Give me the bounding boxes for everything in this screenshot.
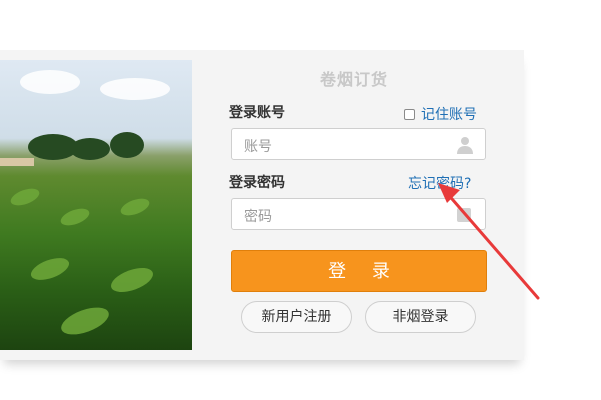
register-button[interactable]: 新用户注册 xyxy=(241,301,352,333)
page-title: 卷烟订货 xyxy=(320,70,389,89)
remember-checkbox[interactable] xyxy=(404,108,415,120)
farmhouse xyxy=(0,158,34,166)
leaf xyxy=(57,302,113,340)
remember-account[interactable]: 记住账号 xyxy=(404,104,477,124)
leaf xyxy=(58,205,92,229)
login-button[interactable]: 登 录 xyxy=(231,250,487,292)
tree xyxy=(70,138,110,160)
forgot-password-link[interactable]: 忘记密码? xyxy=(408,173,471,193)
account-input[interactable]: 账号 xyxy=(231,128,486,160)
remember-label[interactable]: 记住账号 xyxy=(421,104,477,124)
lock-icon xyxy=(457,208,471,222)
cloud xyxy=(100,78,170,100)
tree xyxy=(110,132,144,158)
password-input[interactable]: 密码 xyxy=(231,198,486,230)
user-icon xyxy=(457,137,473,154)
leaf xyxy=(28,253,72,285)
tobacco-field-photo xyxy=(0,60,192,350)
password-placeholder: 密码 xyxy=(244,209,272,225)
leaf xyxy=(107,263,157,297)
leaf xyxy=(8,185,42,209)
password-label: 登录密码 xyxy=(229,175,285,191)
leaf xyxy=(118,195,152,219)
cloud xyxy=(20,70,80,94)
non-tobacco-login-button[interactable]: 非烟登录 xyxy=(365,301,476,333)
account-placeholder: 账号 xyxy=(244,139,272,155)
account-label: 登录账号 xyxy=(229,105,285,121)
